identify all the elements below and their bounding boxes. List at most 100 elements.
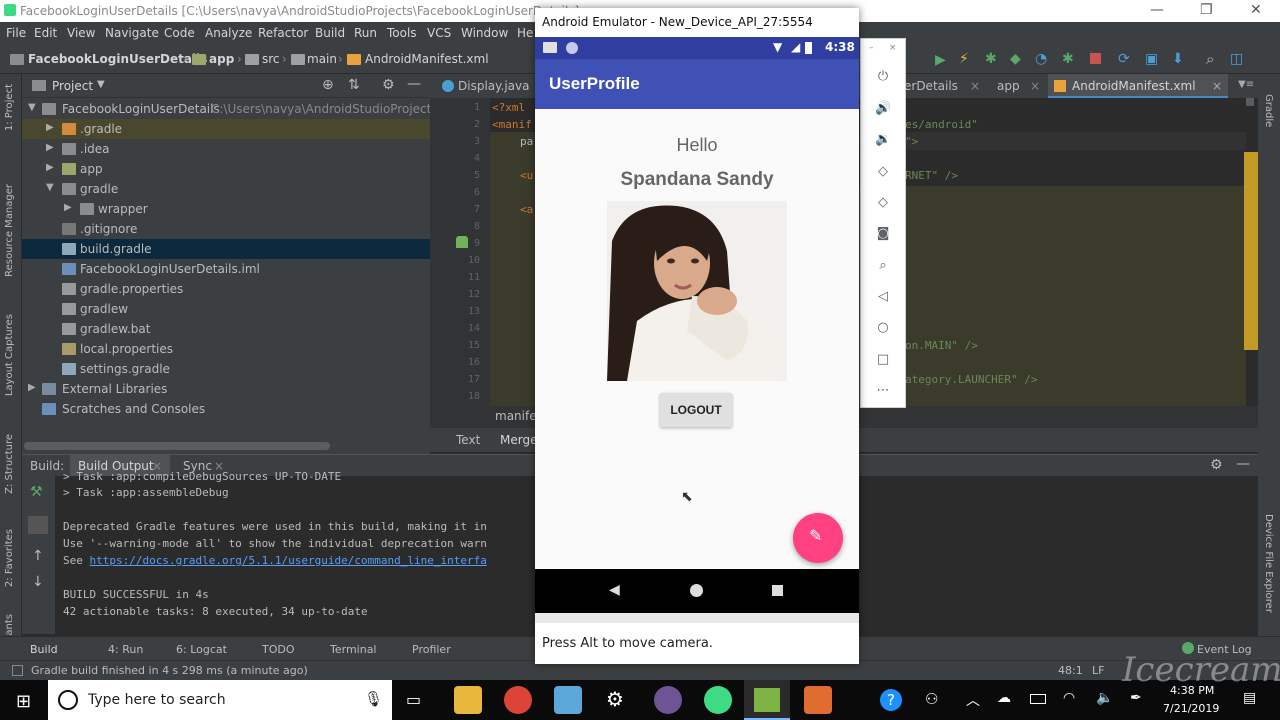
tab-project[interactable]: 1: Project xyxy=(4,84,15,131)
taskbar-search-box[interactable]: Type here to search 🎙 xyxy=(48,680,392,720)
apply-changes-icon[interactable]: ⚡ xyxy=(959,51,969,67)
settings-icon[interactable]: ⚙ xyxy=(606,687,624,711)
tab-favorites[interactable]: 2: Favorites xyxy=(4,529,15,587)
tool-build[interactable]: Build xyxy=(30,643,58,656)
windows-start-icon[interactable]: ⊞ xyxy=(16,691,31,712)
emulator-minimize-icon[interactable]: – xyxy=(869,43,874,53)
close-icon[interactable]: ✕ xyxy=(1250,2,1262,18)
notepad-icon[interactable] xyxy=(554,686,582,714)
breadcrumb-src[interactable]: src xyxy=(262,52,280,66)
tree-item-iml[interactable]: FacebookLoginUserDetails.iml xyxy=(22,259,430,279)
people-icon[interactable]: ⚇ xyxy=(925,690,938,708)
breadcrumb-project[interactable]: FacebookLoginUserDetails xyxy=(28,52,207,66)
breadcrumb-main[interactable]: main xyxy=(307,52,337,66)
chevron-down-icon[interactable]: ▼ xyxy=(97,79,105,90)
edit-fab[interactable]: ✎ xyxy=(793,513,843,563)
tab-app[interactable]: app xyxy=(997,79,1020,93)
taskbar-date[interactable]: 7/21/2019 xyxy=(1163,702,1219,715)
minimize-icon[interactable]: — xyxy=(1150,2,1164,18)
toggle-view-icon[interactable] xyxy=(28,516,48,534)
tool-todo[interactable]: TODO xyxy=(262,643,295,656)
gear-icon[interactable]: ⚙ xyxy=(1210,457,1223,473)
tree-item-gradlew[interactable]: gradlew xyxy=(22,299,430,319)
arrow-down-icon[interactable]: ↓ xyxy=(32,574,44,590)
notifications-icon[interactable]: ▤ xyxy=(1243,690,1256,706)
sdk-manager-icon[interactable]: ⬇ xyxy=(1172,51,1184,67)
menu-analyze[interactable]: Analyze xyxy=(205,26,252,40)
menu-run[interactable]: Run xyxy=(354,26,377,40)
github-icon[interactable] xyxy=(654,686,682,714)
emulator-close-icon[interactable]: × xyxy=(889,43,897,53)
file-explorer-icon[interactable] xyxy=(454,686,482,714)
menu-vcs[interactable]: VCS xyxy=(427,26,451,40)
tool-terminal[interactable]: Terminal xyxy=(330,643,377,656)
rotate-right-icon[interactable]: ◇ xyxy=(875,195,891,211)
tree-item-build-gradle[interactable]: build.gradle xyxy=(22,239,430,259)
tree-item-gradlew-bat[interactable]: gradlew.bat xyxy=(22,319,430,339)
tree-item-wrapper[interactable]: ▶ wrapper xyxy=(22,199,430,219)
menu-refactor[interactable]: Refactor xyxy=(258,26,308,40)
volume-down-icon[interactable]: 🔉 xyxy=(875,132,891,148)
nav-back-icon[interactable]: ◀ xyxy=(609,582,620,598)
line-separator[interactable]: LF xyxy=(1092,664,1104,677)
tree-item-gradle[interactable]: ▼ gradle xyxy=(22,179,430,199)
tool-logcat[interactable]: 6: Logcat xyxy=(176,643,227,656)
menu-help[interactable]: He xyxy=(517,26,533,40)
android-studio-icon[interactable] xyxy=(704,686,732,714)
attach-icon[interactable]: ◆ xyxy=(1010,51,1021,67)
zoom-icon[interactable]: ⌕ xyxy=(875,258,891,274)
tool-run[interactable]: 4: Run xyxy=(108,643,143,656)
tab-user-details[interactable]: erDetails xyxy=(904,79,958,93)
tab-device-file-explorer[interactable]: Device File Explorer xyxy=(1263,514,1274,613)
power-icon[interactable]: ⏻ xyxy=(875,69,891,85)
tree-item-scratches[interactable]: Scratches and Consoles xyxy=(22,399,430,419)
tree-item-local-properties[interactable]: local.properties xyxy=(22,339,430,359)
cursor-position[interactable]: 48:1 xyxy=(1058,664,1083,677)
more-icon[interactable]: ⋯ xyxy=(875,383,891,399)
menu-code[interactable]: Code xyxy=(164,26,195,40)
overview-icon[interactable]: □ xyxy=(875,352,891,368)
logout-button[interactable]: LOGOUT xyxy=(660,393,732,427)
hammer-icon[interactable]: ⚒ xyxy=(30,484,43,500)
tab-list-icon[interactable]: ▼≡ xyxy=(1238,79,1254,90)
tab-structure[interactable]: Z: Structure xyxy=(4,434,15,494)
debug-icon[interactable]: ✱ xyxy=(985,51,997,67)
tab-display-java[interactable]: Display.java xyxy=(458,79,529,93)
hide-panel-icon[interactable]: — xyxy=(1236,456,1250,472)
home-icon[interactable]: ○ xyxy=(875,320,891,336)
nav-home-icon[interactable] xyxy=(690,584,703,597)
onedrive-icon[interactable]: ☁ xyxy=(997,690,1011,706)
battery-icon[interactable] xyxy=(1030,694,1046,704)
close-tab-icon[interactable]: × xyxy=(1212,79,1222,93)
tab-layout-captures[interactable]: Layout Captures xyxy=(4,314,15,396)
android-icon[interactable] xyxy=(456,236,468,248)
volume-icon[interactable]: 🔈 xyxy=(1096,690,1113,706)
project-view-selector[interactable]: Project xyxy=(52,79,93,93)
recorder-icon[interactable] xyxy=(804,686,832,714)
debugger-icon[interactable]: ✱ xyxy=(1062,51,1074,67)
tree-item-external-libraries[interactable]: ▶ External Libraries xyxy=(22,379,430,399)
hide-panel-icon[interactable]: — xyxy=(407,76,421,92)
emulator-task[interactable] xyxy=(744,680,790,720)
menu-build[interactable]: Build xyxy=(315,26,345,40)
tree-item-idea[interactable]: ▶ .idea xyxy=(22,139,430,159)
breadcrumb-manifest[interactable]: AndroidManifest.xml xyxy=(365,52,489,66)
menu-edit[interactable]: Edit xyxy=(34,26,57,40)
chevron-up-icon[interactable]: ︿ xyxy=(966,690,980,710)
tab-resource-manager[interactable]: Resource Manager xyxy=(4,184,15,277)
menu-window[interactable]: Window xyxy=(461,26,508,40)
camera-icon[interactable]: ◙ xyxy=(875,226,891,242)
menu-view[interactable]: View xyxy=(67,26,95,40)
search-icon[interactable]: ⌕ xyxy=(1206,50,1214,68)
stop-icon[interactable] xyxy=(1090,53,1101,64)
collapse-all-icon[interactable]: ⇅ xyxy=(348,77,360,93)
tree-item-gradle-cache[interactable]: ▶ .gradle xyxy=(22,119,430,139)
help-icon[interactable]: ? xyxy=(880,689,902,711)
docs-link[interactable]: https://docs.gradle.org/5.1.1/userguide/… xyxy=(90,554,487,567)
tree-item-settings-gradle[interactable]: settings.gradle xyxy=(22,359,430,379)
tree-item-gitignore[interactable]: .gitignore xyxy=(22,219,430,239)
arrow-up-icon[interactable]: ↑ xyxy=(32,548,44,564)
menu-tools[interactable]: Tools xyxy=(387,26,417,40)
tool-profiler[interactable]: Profiler xyxy=(412,643,451,656)
locate-icon[interactable]: ⊕ xyxy=(322,77,334,93)
